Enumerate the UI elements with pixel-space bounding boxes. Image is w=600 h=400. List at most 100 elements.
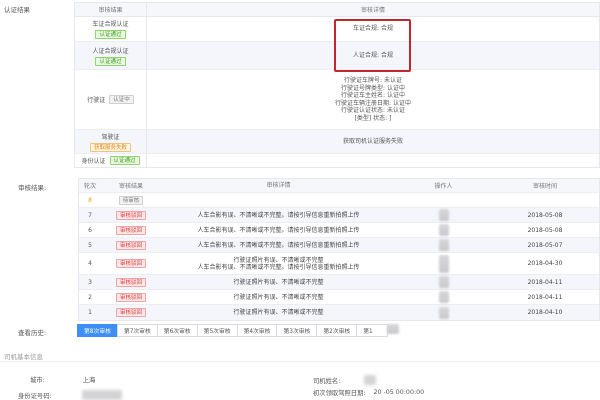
audit-time-cell: 2018-05-08 <box>527 226 563 234</box>
history-tabs: 第8次审核 第7次审核 第6次审核 第5次审核 第4次审核 第3次审核 第2次审核 第1 <box>77 324 400 337</box>
status-badge: 审核驳回 <box>115 225 146 235</box>
audit-table-header: 轮次 审核结果 审核详情 操作人 审核时间 <box>79 179 599 193</box>
audit-time-cell <box>491 193 599 207</box>
license-date-value: 20 -05 00:00:00 <box>373 389 425 396</box>
audit-detail-cell: 行驶证照片有误、不清晰或不完整 人车合影有误、不清晰或不完整。请按引导信息重新拍照… <box>161 253 396 274</box>
audit-round: 5 <box>88 241 92 249</box>
cert-detail-line: 获取司机认证服务失败 <box>342 137 403 145</box>
audit-operator-cell <box>396 305 491 320</box>
status-badge: 审核驳回 <box>115 259 146 268</box>
cert-row: 行驶证 认证中 行驶证车牌号: 未认证 行驶证号牌类型: 认证中 行驶证车主姓名: 认证… <box>75 70 599 130</box>
cert-row-result: 身份认证 认证通过 <box>75 154 147 167</box>
history-tab[interactable]: 第8次审核 <box>77 324 118 337</box>
audit-result-cell: 待审核 <box>101 193 161 207</box>
audit-detail-cell: 行驶证照片有误、不清晰或不完整 <box>161 275 396 289</box>
id-number-label: 身份证号码: <box>18 392 52 400</box>
section-divider <box>0 361 600 362</box>
cert-row-result: 车证合规认证 认证通过 <box>75 17 147 41</box>
status-badge: 审核驳回 <box>115 240 146 250</box>
cert-name: 身份认证 <box>81 158 106 165</box>
driver-name-field: 司机姓名: <box>313 375 377 385</box>
status-badge: 获取服务失败 <box>89 142 131 152</box>
audit-detail-line: 行驶证照片有误、不清晰或不完整 <box>233 309 324 316</box>
audit-detail-cell: 人车合影有误、不清晰或不完整。请按引导信息重新拍照上传 <box>161 238 396 252</box>
audit-time-cell: 2018-04-11 <box>527 293 563 301</box>
audit-detail-line: 人车合影有误、不清晰或不完整。请按引导信息重新拍照上传 <box>197 263 360 271</box>
audit-operator-cell <box>396 208 491 222</box>
cert-row-detail: 行驶证车牌号: 未认证 行驶证号牌类型: 认证中 行驶证车主姓名: 认证中 行驶证车辆… <box>147 70 599 129</box>
audit-result-label: 审核结果: <box>18 184 47 192</box>
audit-detail-cell: 行驶证照片有误、不清晰或不完整 <box>161 305 396 320</box>
history-tab[interactable]: 第1 <box>356 324 389 337</box>
cert-col-detail: 审核详情 <box>360 7 385 14</box>
status-badge: 审核驳回 <box>115 308 146 317</box>
cert-row-result: 人证合规认证 认证通过 <box>75 42 147 69</box>
cert-row-result: 驾驶证 获取服务失败 <box>75 130 147 153</box>
audit-operator-cell <box>396 193 491 207</box>
status-badge: 审核驳回 <box>115 292 146 302</box>
audit-round: 7 <box>88 211 92 219</box>
id-number-value-redacted <box>81 390 122 400</box>
audit-time-cell: 2018-04-30 <box>527 260 563 267</box>
cert-detail-line: 行驶证车牌号: 未认证 <box>344 77 402 84</box>
cert-name: 车证合规认证 <box>92 21 129 28</box>
status-badge: 认证通过 <box>95 30 126 39</box>
audit-detail-line: 行驶证照片有误、不清晰或不完整 <box>233 293 324 301</box>
audit-col-time: 审核时间 <box>532 183 557 190</box>
license-date-label: 初次领取驾照日期: <box>313 390 366 397</box>
operator-redacted <box>438 254 449 273</box>
table-row: 3 审核驳回 行驶证照片有误、不清晰或不完整 2018-04-11 <box>79 275 599 290</box>
operator-redacted <box>438 276 449 288</box>
cert-row: 驾驶证 获取服务失败 获取司机认证服务失败 <box>75 130 599 154</box>
cert-detail-line: 行驶证车主姓名: 认证中 <box>341 92 405 99</box>
table-row: 4 审核驳回 行驶证照片有误、不清晰或不完整 人车合影有误、不清晰或不完整。请按引导信… <box>79 253 599 275</box>
audit-detail-line: 人车合影有误、不清晰或不完整。请按引导信息重新拍照上传 <box>197 226 360 234</box>
cert-row-result: 行驶证 认证中 <box>75 70 147 129</box>
audit-detail-cell <box>161 193 396 207</box>
audit-detail-cell: 行驶证照片有误、不清晰或不完整 <box>161 290 396 304</box>
operator-redacted <box>438 224 449 236</box>
operator-redacted <box>438 239 449 251</box>
audit-detail-line: 人车合影有误、不清晰或不完整。请按引导信息重新拍照上传 <box>197 211 360 219</box>
audit-time-cell: 2018-04-11 <box>527 278 563 286</box>
audit-round: 4 <box>88 260 92 267</box>
audit-operator-cell <box>396 238 491 252</box>
audit-detail-line: 行驶证照片有误、不清晰或不完整 <box>233 278 324 286</box>
audit-round-cell: 8 <box>79 193 101 207</box>
history-tab[interactable]: 第2次审核 <box>316 324 358 337</box>
cert-col-result: 审核结果 <box>75 3 147 16</box>
table-row: 2 审核驳回 行驶证照片有误、不清晰或不完整 2018-04-11 <box>79 290 599 305</box>
audit-round-cell: 4 <box>79 253 101 274</box>
audit-result-cell: 审核驳回 <box>101 305 161 320</box>
history-tab[interactable]: 第7次审核 <box>116 324 158 337</box>
status-badge: 审核驳回 <box>115 210 146 220</box>
history-tab[interactable]: 第6次审核 <box>156 324 198 337</box>
audit-col-result: 审核结果 <box>118 183 143 190</box>
city-label: 城市: <box>30 377 45 384</box>
driver-name-label: 司机姓名: <box>313 377 341 385</box>
highlight-box <box>334 19 411 72</box>
history-tab-redacted <box>387 324 400 334</box>
cert-name: 行驶证 <box>87 97 106 104</box>
audit-detail-line: 行驶证照片有误、不清晰或不完整 <box>233 256 324 264</box>
audit-round: 2 <box>88 293 92 301</box>
audit-col-detail: 审核详情 <box>266 182 291 189</box>
cert-detail-line: 行驶证认证状态: 未认证 <box>341 107 405 114</box>
history-tab[interactable]: 第3次审核 <box>276 324 318 337</box>
audit-detail-line: 人车合影有误、不清晰或不完整。请按引导信息重新拍照上传 <box>197 241 360 249</box>
id-number-field: 身份证号码: <box>18 390 122 400</box>
history-tab[interactable]: 第5次审核 <box>196 324 238 337</box>
table-row: 6 审核驳回 人车合影有误、不清晰或不完整。请按引导信息重新拍照上传 2018-05-… <box>79 223 599 238</box>
history-tab[interactable]: 第4次审核 <box>236 324 278 337</box>
audit-round: 8 <box>88 196 92 204</box>
audit-round-cell: 6 <box>79 223 101 237</box>
audit-round-cell: 1 <box>79 305 101 320</box>
audit-time-cell: 2018-05-07 <box>527 241 563 249</box>
audit-round-cell: 5 <box>79 238 101 252</box>
table-row: 5 审核驳回 人车合影有误、不清晰或不完整。请按引导信息重新拍照上传 2018-05-… <box>79 238 599 253</box>
status-badge: 认证中 <box>109 95 134 104</box>
audit-table: 轮次 审核结果 审核详情 操作人 审核时间 8 待审核 7 审核驳回 人车合影有误、不清… <box>78 178 600 321</box>
cert-detail-line: 行驶证车辆注册日期: 认证中 <box>335 99 411 107</box>
cert-name: 人证合规认证 <box>92 47 129 55</box>
operator-redacted <box>438 209 449 221</box>
